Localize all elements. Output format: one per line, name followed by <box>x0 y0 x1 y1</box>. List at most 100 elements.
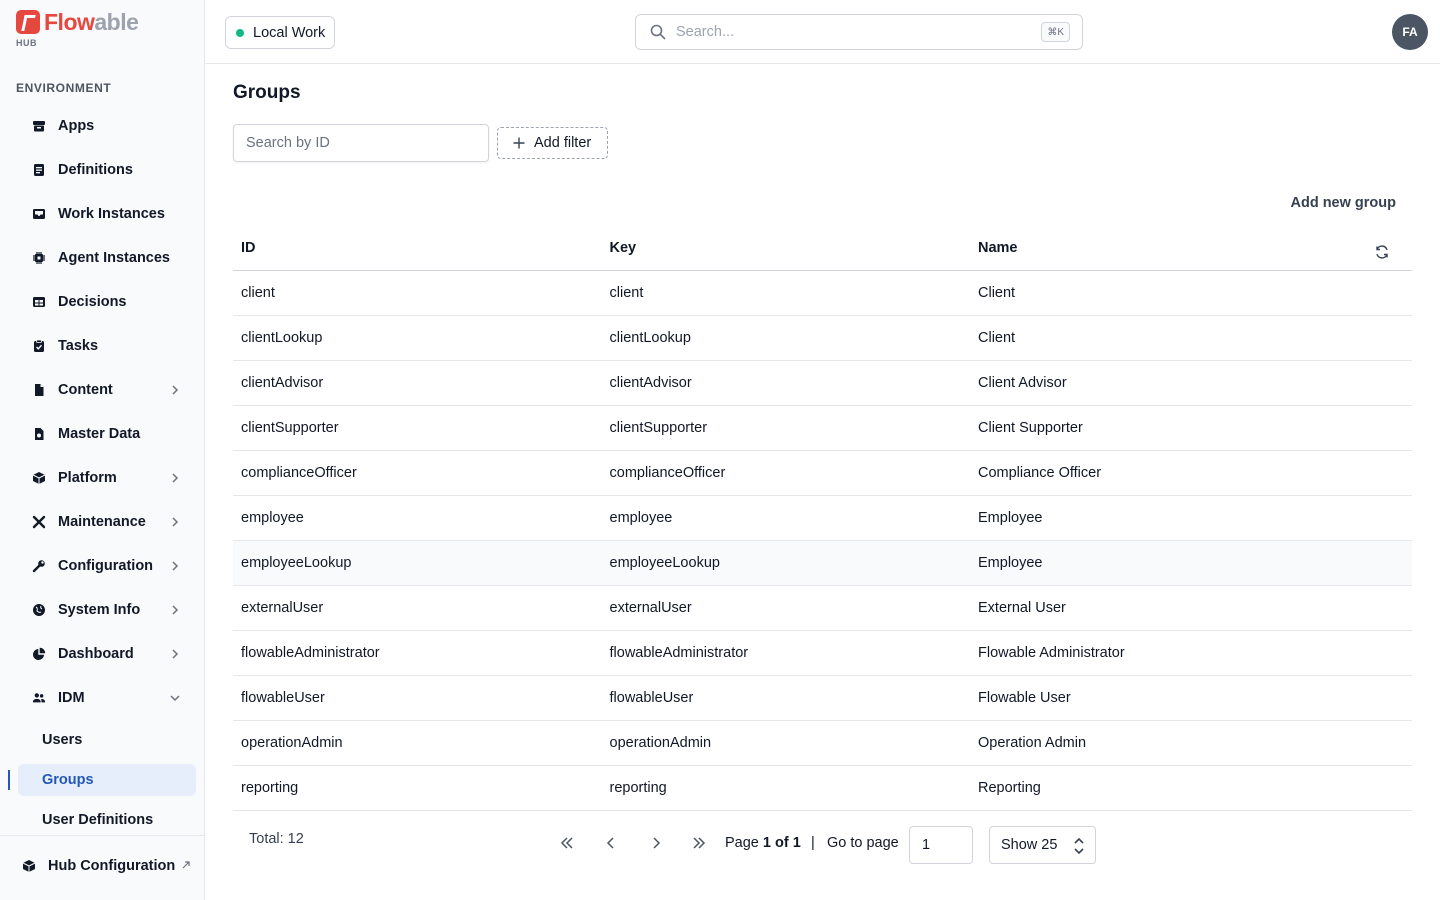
cell-name: Client Advisor <box>978 375 1067 391</box>
file-icon <box>32 383 46 397</box>
refresh-icon[interactable] <box>1374 244 1390 260</box>
sidebar-item-master-data[interactable]: Master Data <box>22 418 196 450</box>
sidebar-subitem-users[interactable]: Users <box>18 724 196 756</box>
hub-configuration-label: Hub Configuration <box>48 858 176 874</box>
database-document-icon <box>32 427 46 441</box>
page-title: Groups <box>233 82 301 103</box>
total-count: Total: 12 <box>249 831 304 847</box>
top-bar: Local Work Search... ⌘K FA <box>205 0 1440 64</box>
flowable-logo-icon <box>16 10 40 34</box>
table-row[interactable]: employee employee Employee <box>233 496 1412 541</box>
sidebar-item-label: Agent Instances <box>58 250 170 266</box>
sidebar-item-label: Definitions <box>58 162 133 178</box>
logo-text-able: able <box>94 9 139 35</box>
go-to-page-input[interactable] <box>909 826 973 864</box>
cell-name: Employee <box>978 555 1043 571</box>
sidebar-item-definitions[interactable]: Definitions <box>22 154 196 186</box>
table-row[interactable]: client client Client <box>233 271 1412 316</box>
table-row[interactable]: complianceOfficer complianceOfficer Comp… <box>233 451 1412 496</box>
box-icon <box>32 119 46 133</box>
cell-id: employee <box>241 510 304 526</box>
table-row[interactable]: operationAdmin operationAdmin Operation … <box>233 721 1412 766</box>
page-size-value: Show 25 <box>1001 837 1058 853</box>
page-indicator: Page 1 of 1 <box>725 835 801 851</box>
global-search[interactable]: Search... ⌘K <box>635 14 1083 50</box>
chevron-right-icon <box>172 473 179 483</box>
cell-id: operationAdmin <box>241 735 343 751</box>
sidebar-item-content[interactable]: Content <box>22 374 196 406</box>
add-filter-label: Add filter <box>534 135 592 151</box>
sidebar-subitem-label: User Definitions <box>42 812 154 828</box>
sidebar-divider <box>0 835 205 836</box>
cell-name: Flowable User <box>978 690 1071 706</box>
column-header-key[interactable]: Key <box>602 240 971 256</box>
table-row[interactable]: externalUser externalUser External User <box>233 586 1412 631</box>
sidebar-item-configuration[interactable]: Configuration <box>22 550 196 582</box>
sidebar-subitem-groups[interactable]: Groups <box>18 764 196 796</box>
column-header-id[interactable]: ID <box>233 240 602 256</box>
add-new-group-button[interactable]: Add new group <box>1290 195 1396 211</box>
table-row[interactable]: reporting reporting Reporting <box>233 766 1412 811</box>
table-header: ID Key Name <box>233 225 1412 271</box>
users-icon <box>32 691 46 705</box>
table-row[interactable]: employeeLookup employeeLookup Employee <box>233 541 1412 586</box>
go-to-page-label: Go to page <box>827 835 899 851</box>
cell-name: External User <box>978 600 1066 616</box>
sidebar-subitem-label: Groups <box>42 772 94 788</box>
wrench-screwdriver-icon <box>32 515 46 529</box>
last-page-button[interactable] <box>689 833 709 853</box>
clipboard-check-icon <box>32 339 46 353</box>
cell-key: employeeLookup <box>609 555 720 571</box>
sidebar-item-platform[interactable]: Platform <box>22 462 196 494</box>
user-avatar[interactable]: FA <box>1392 14 1428 50</box>
sidebar-item-label: Dashboard <box>58 646 134 662</box>
sidebar-item-work-instances[interactable]: Work Instances <box>22 198 196 230</box>
table-row[interactable]: clientAdvisor clientAdvisor Client Advis… <box>233 361 1412 406</box>
table-row[interactable]: flowableUser flowableUser Flowable User <box>233 676 1412 721</box>
external-link-icon <box>182 861 190 869</box>
next-page-button[interactable] <box>646 833 666 853</box>
cell-id: clientSupporter <box>241 420 339 436</box>
chevron-down-icon <box>170 695 180 702</box>
chevron-right-icon <box>172 649 179 659</box>
groups-table: ID Key Name client client Client clientL… <box>233 225 1412 811</box>
search-by-id-input[interactable] <box>233 124 489 162</box>
chevron-right-icon <box>172 605 179 615</box>
sidebar-item-tasks[interactable]: Tasks <box>22 330 196 362</box>
sidebar-item-apps[interactable]: Apps <box>22 110 196 142</box>
sidebar-item-label: Apps <box>58 118 95 134</box>
page-size-select[interactable]: Show 25 <box>989 826 1096 864</box>
first-page-button[interactable] <box>557 833 577 853</box>
pagination-separator: | <box>811 835 815 851</box>
column-header-name[interactable]: Name <box>970 240 1018 256</box>
cell-id: flowableUser <box>241 690 325 706</box>
hub-configuration-link[interactable]: Hub Configuration <box>12 850 198 882</box>
table-row[interactable]: clientLookup clientLookup Client <box>233 316 1412 361</box>
flowable-logo[interactable]: Flowable HUB <box>16 9 139 48</box>
plus-icon <box>513 137 525 149</box>
cell-name: Client <box>978 285 1016 301</box>
previous-page-button[interactable] <box>601 833 621 853</box>
cell-name: Reporting <box>978 780 1041 796</box>
sidebar-item-label: Tasks <box>58 338 99 354</box>
section-label-environment: ENVIRONMENT <box>16 81 112 95</box>
sidebar-item-dashboard[interactable]: Dashboard <box>22 638 196 670</box>
sidebar-item-maintenance[interactable]: Maintenance <box>22 506 196 538</box>
environment-label: Local Work <box>253 24 326 41</box>
table-row[interactable]: flowableAdministrator flowableAdministra… <box>233 631 1412 676</box>
environment-switcher[interactable]: Local Work <box>225 16 335 49</box>
cell-id: reporting <box>241 780 299 796</box>
cell-id: clientLookup <box>241 330 323 346</box>
sidebar-subitem-user-definitions[interactable]: User Definitions <box>18 804 196 836</box>
cell-name: Compliance Officer <box>978 465 1102 481</box>
sidebar: Flowable HUB ENVIRONMENT Apps Definition… <box>0 0 205 900</box>
sidebar-item-label: Decisions <box>58 294 127 310</box>
sidebar-item-decisions[interactable]: Decisions <box>22 286 196 318</box>
sidebar-item-system-info[interactable]: System Info <box>22 594 196 626</box>
sidebar-item-idm[interactable]: IDM <box>22 682 196 714</box>
table-row[interactable]: clientSupporter clientSupporter Client S… <box>233 406 1412 451</box>
add-filter-button[interactable]: Add filter <box>497 127 608 159</box>
chevron-left-icon <box>606 837 614 849</box>
sidebar-item-agent-instances[interactable]: Agent Instances <box>22 242 196 274</box>
table-icon <box>32 295 46 309</box>
